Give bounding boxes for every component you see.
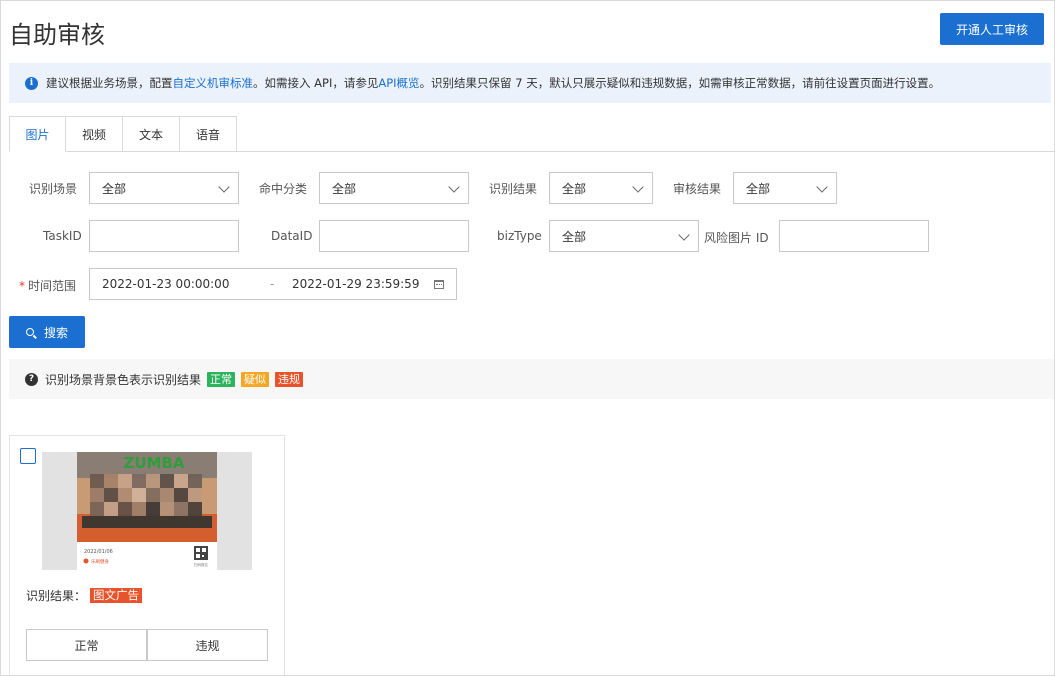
info-icon: i xyxy=(25,76,38,90)
notice-text-3: 。识别结果只保留 7 天，默认只展示疑似和违规数据，如需审核正常数据，请前往设置… xyxy=(419,76,941,90)
risk-image-id-label: 风险图片 ID xyxy=(704,231,769,245)
thumbnail-qr-caption: 扫码报名 xyxy=(194,562,208,567)
tab-audio[interactable]: 语音 xyxy=(180,116,237,152)
taskid-label: TaskID xyxy=(43,229,82,243)
calendar-icon[interactable] xyxy=(434,280,444,289)
review-select-value: 全部 xyxy=(746,181,771,196)
time-range-label-text: 时间范围 xyxy=(28,279,77,293)
risk-image-id-input[interactable] xyxy=(779,220,929,252)
chevron-down-icon xyxy=(632,181,644,193)
search-button-label: 搜索 xyxy=(43,325,68,340)
biztype-select-value: 全部 xyxy=(562,229,587,244)
category-select[interactable]: 全部 xyxy=(319,172,469,204)
scene-select-value: 全部 xyxy=(102,181,127,196)
category-select-value: 全部 xyxy=(332,181,357,196)
notice-text-1: 建议根据业务场景，配置 xyxy=(46,76,173,90)
search-icon xyxy=(25,328,34,336)
open-manual-review-button[interactable]: 开通人工审核 xyxy=(940,13,1044,45)
thumbnail-image: ZUMBA 2022/01/06 乐刷健身 扫码报名 xyxy=(42,452,252,570)
mark-violation-button[interactable]: 违规 xyxy=(147,629,268,661)
result-label: 识别结果 xyxy=(489,182,538,196)
dataid-input[interactable] xyxy=(319,220,469,252)
tab-image[interactable]: 图片 xyxy=(9,116,66,152)
result-select[interactable]: 全部 xyxy=(549,172,653,204)
custom-standard-link[interactable]: 自定义机审标准 xyxy=(173,75,254,91)
image-thumbnail[interactable]: ZUMBA 2022/01/06 乐刷健身 扫码报名 xyxy=(42,452,252,570)
select-checkbox[interactable] xyxy=(20,448,36,464)
card-result-tag: 图文广告 xyxy=(90,588,143,603)
media-tabs: 图片 视频 文本 语音 xyxy=(9,116,1054,152)
scene-select[interactable]: 全部 xyxy=(89,172,239,204)
required-mark: * xyxy=(19,279,25,293)
biztype-label: bizType xyxy=(497,229,542,243)
page-frame: 自助审核 开通人工审核 i 建议根据业务场景，配置 自定义机审标准 。如需接入 … xyxy=(0,0,1055,676)
info-notice: i 建议根据业务场景，配置 自定义机审标准 。如需接入 API，请参见 API概… xyxy=(9,63,1051,103)
legend-badge-normal: 正常 xyxy=(207,371,236,387)
legend-badge-suspect: 疑似 xyxy=(241,371,270,387)
chevron-down-icon xyxy=(678,229,690,241)
time-range-label: * 时间范围 xyxy=(19,277,76,294)
time-range-end[interactable]: 2022-01-29 23:59:59 xyxy=(292,277,419,291)
api-overview-link[interactable]: API概览 xyxy=(378,75,419,91)
taskid-input[interactable] xyxy=(89,220,239,252)
card-result-label: 识别结果： xyxy=(26,589,87,603)
legend-text: 识别场景背景色表示识别结果 xyxy=(45,372,202,387)
question-icon: ? xyxy=(25,372,38,386)
search-button[interactable]: 搜索 xyxy=(9,316,85,348)
review-select[interactable]: 全部 xyxy=(733,172,837,204)
biztype-select[interactable]: 全部 xyxy=(549,220,699,252)
mark-normal-button[interactable]: 正常 xyxy=(26,629,147,661)
category-label: 命中分类 xyxy=(259,182,308,196)
legend-badge-violation: 违规 xyxy=(275,371,304,387)
dataid-label: DataID xyxy=(271,229,313,243)
time-range-separator: - xyxy=(270,277,275,291)
image-result-card: ZUMBA 2022/01/06 乐刷健身 扫码报名 识别结果： 图文广告 正常… xyxy=(9,435,285,675)
thumbnail-date: 2022/01/06 xyxy=(84,549,113,555)
result-select-value: 全部 xyxy=(562,181,587,196)
page-title: 自助审核 xyxy=(9,21,105,49)
card-result-line: 识别结果： 图文广告 xyxy=(26,587,143,604)
tab-text[interactable]: 文本 xyxy=(123,116,180,152)
chevron-down-icon xyxy=(218,181,230,193)
review-label: 审核结果 xyxy=(673,182,722,196)
tab-video[interactable]: 视频 xyxy=(66,116,123,152)
notice-text-2: 。如需接入 API，请参见 xyxy=(253,76,379,90)
time-range-start[interactable]: 2022-01-23 00:00:00 xyxy=(102,277,229,291)
thumbnail-banner-text: ZUMBA xyxy=(123,454,184,472)
scene-label: 识别场景 xyxy=(29,182,78,196)
time-range-picker[interactable]: 2022-01-23 00:00:00 - 2022-01-29 23:59:5… xyxy=(89,268,457,300)
chevron-down-icon xyxy=(448,181,460,193)
result-color-legend: ? 识别场景背景色表示识别结果 正常 疑似 违规 xyxy=(9,359,1054,399)
thumbnail-brand: 乐刷健身 xyxy=(91,558,109,565)
chevron-down-icon xyxy=(816,181,828,193)
